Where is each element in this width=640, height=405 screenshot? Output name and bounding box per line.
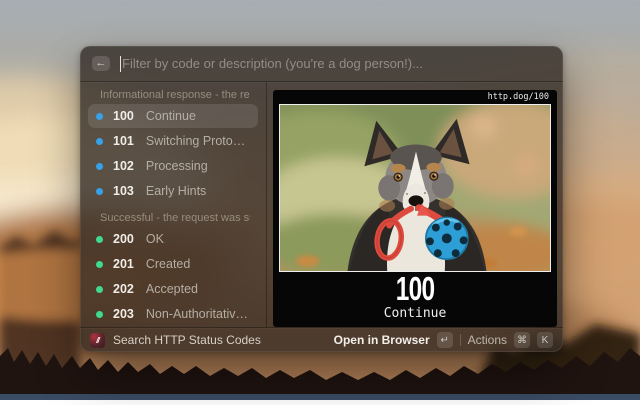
list-item-203[interactable]: 203 Non-Authoritative Informa... — [88, 302, 258, 326]
status-code: 103 — [113, 184, 134, 198]
http-dog-preview-panel: http.dog/100 — [273, 90, 557, 327]
section-header-successful: Successful - the request was successf... — [100, 212, 250, 224]
status-label: Created — [146, 257, 190, 271]
status-dot-icon — [96, 236, 103, 243]
status-dot-icon — [96, 261, 103, 268]
dog-photo — [279, 104, 551, 272]
status-label: Non-Authoritative Informa... — [146, 307, 250, 321]
slashes-glyph: // — [96, 336, 98, 345]
status-code: 102 — [113, 159, 134, 173]
list-item-202[interactable]: 202 Accepted — [88, 277, 258, 301]
search-bar: ← — [80, 46, 563, 81]
status-dot-icon — [96, 188, 103, 195]
back-arrow-icon: ← — [96, 58, 107, 69]
extension-icon: // — [90, 333, 105, 348]
search-input[interactable] — [122, 56, 551, 71]
status-label: OK — [146, 232, 164, 246]
status-dot-icon — [96, 113, 103, 120]
status-code: 202 — [113, 282, 134, 296]
list-item-201[interactable]: 201 Created — [88, 252, 258, 276]
command-title: Search HTTP Status Codes — [113, 333, 326, 347]
status-label: Processing — [146, 159, 208, 173]
status-dot-icon — [96, 311, 103, 318]
back-button[interactable]: ← — [92, 56, 110, 71]
status-dot-icon — [96, 163, 103, 170]
list-item-103[interactable]: 103 Early Hints — [88, 179, 258, 203]
detail-pane: http.dog/100 — [267, 82, 563, 327]
return-key-badge[interactable]: ↵ — [437, 332, 453, 348]
status-label: Switching Protocols — [146, 134, 250, 148]
launcher-window: ← Informational response - the request w… — [80, 46, 563, 352]
list-item-101[interactable]: 101 Switching Protocols — [88, 129, 258, 153]
status-code: 101 — [113, 134, 134, 148]
status-dot-icon — [96, 286, 103, 293]
text-caret — [120, 56, 121, 72]
preview-status-text: Continue — [384, 306, 447, 321]
k-key-badge[interactable]: K — [537, 332, 553, 348]
actions-button[interactable]: Actions — [468, 333, 507, 347]
status-label: Accepted — [146, 282, 198, 296]
preview-source-label: http.dog/100 — [488, 90, 557, 104]
list-item-200[interactable]: 200 OK — [88, 227, 258, 251]
status-code: 100 — [113, 109, 134, 123]
status-label: Early Hints — [146, 184, 206, 198]
status-code: 201 — [113, 257, 134, 271]
preview-status-code: 100 — [396, 273, 435, 305]
section-header-informational: Informational response - the request w..… — [100, 89, 250, 101]
footer-separator — [460, 334, 461, 346]
open-in-browser-button[interactable]: Open in Browser — [334, 333, 430, 347]
status-label: Continue — [146, 109, 196, 123]
list-item-100[interactable]: 100 Continue — [88, 104, 258, 128]
footer-actions: Open in Browser ↵ Actions ⌘ K — [334, 332, 553, 348]
status-code: 200 — [113, 232, 134, 246]
status-code: 203 — [113, 307, 134, 321]
status-code-list[interactable]: Informational response - the request w..… — [80, 82, 266, 327]
list-item-102[interactable]: 102 Processing — [88, 154, 258, 178]
cmd-key-badge[interactable]: ⌘ — [514, 332, 530, 348]
window-content: Informational response - the request w..… — [80, 82, 563, 327]
status-dot-icon — [96, 138, 103, 145]
action-bar: // Search HTTP Status Codes Open in Brow… — [80, 328, 563, 352]
